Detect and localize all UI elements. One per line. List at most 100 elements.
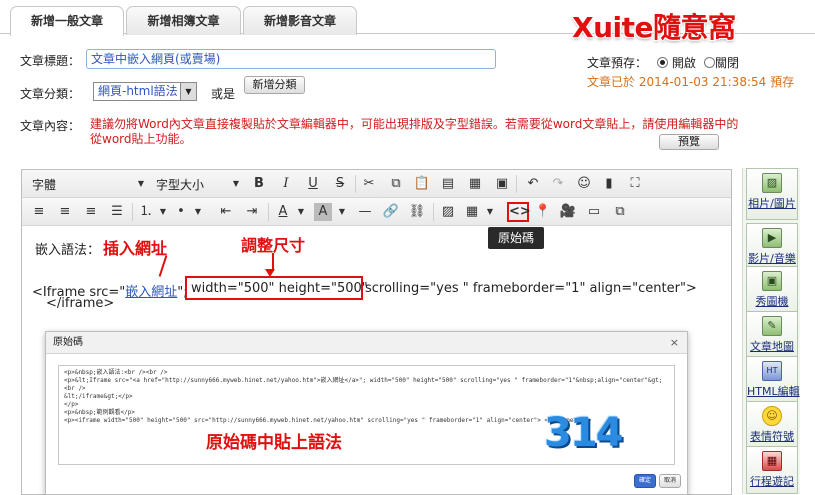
map-pin-icon[interactable]: 📍	[534, 203, 552, 221]
font-dropdown-icon[interactable]: ▼	[132, 175, 150, 193]
preview-off-label: 關閉	[715, 56, 740, 70]
cut-icon[interactable]: ✂	[360, 175, 378, 193]
copy-icon[interactable]: ⧉	[387, 175, 405, 193]
size-highlight-box: width="500" height="500"	[185, 276, 368, 300]
numbered-list-icon[interactable]: ⒈	[137, 203, 155, 221]
code-close: </iframe>	[46, 296, 115, 311]
tab-video-article[interactable]: 新增影音文章	[243, 6, 357, 35]
clipboard-icon[interactable]: ▮	[600, 175, 618, 193]
category-label: 文章分類：	[20, 87, 81, 101]
paste-icon[interactable]: 📋	[413, 175, 431, 193]
align-center-icon[interactable]: ≡	[56, 203, 74, 221]
source-tooltip: 原始碼	[488, 227, 544, 249]
align-right-icon[interactable]: ≡	[82, 203, 100, 221]
photo-button[interactable]: ▨ 相片/圖片	[746, 168, 798, 220]
preview-button[interactable]: 預覽	[659, 134, 719, 150]
calendar-icon: ▦	[762, 451, 782, 471]
title-input[interactable]: 文章中嵌入網頁(或賣場)	[86, 49, 496, 69]
saved-status: 文章已於 2014-01-03 21:38:54 預存	[587, 75, 795, 89]
toolbar-row-1: 字體 ▼ 字型大小 ▼ B I U S ✂ ⧉ 📋 ▤ ▦ ▣ ↶ ↷ ☺ ▮ …	[22, 170, 731, 198]
horizontal-rule-icon[interactable]: —	[356, 203, 374, 221]
font-select[interactable]: 字體	[32, 176, 56, 193]
code-end: scrolling="yes " frameborder="1" align="…	[365, 281, 697, 296]
new-category-button[interactable]: 新增分類	[244, 76, 305, 94]
indent-icon[interactable]: ⇥	[243, 203, 261, 221]
link-icon[interactable]: 🔗	[382, 203, 400, 221]
code-size: width="500" height="500"	[191, 281, 368, 296]
or-label: 或是	[211, 87, 236, 101]
video-camera-icon[interactable]: 🎥	[559, 203, 577, 221]
title-label: 文章標題：	[20, 54, 81, 68]
align-left-icon[interactable]: ≡	[30, 203, 48, 221]
outdent-icon[interactable]: ⇤	[217, 203, 235, 221]
highlight-color-icon[interactable]: A	[314, 203, 332, 221]
code-line-2: <p>&lt;Iframe src="<a href="http://sunny…	[64, 377, 663, 392]
underline-icon[interactable]: U	[304, 175, 322, 193]
code-line-4: </p>	[64, 401, 79, 408]
smiley-icon: ☺	[762, 406, 782, 426]
tab-general-article[interactable]: 新增一般文章	[10, 6, 124, 36]
toolbar-row-2: ≡ ≡ ≡ ☰ ⒈ ▼ • ▼ ⇤ ⇥ A ▼ A ▼ — 🔗 ⛓ ▨ ▦ ▼ …	[22, 198, 731, 226]
separator	[433, 203, 434, 221]
category-select[interactable]: 網頁-html語法 ▼	[93, 82, 197, 101]
paste-image-icon[interactable]: ▣	[493, 175, 511, 193]
category-value: 網頁-html語法	[98, 84, 178, 98]
separator	[268, 203, 269, 221]
code-line-3: &lt;/iframe&gt;</p>	[64, 393, 133, 400]
numbered-list-dropdown-icon[interactable]: ▼	[154, 203, 172, 221]
radio-off-icon[interactable]	[704, 57, 715, 68]
dialog-header: 原始碼 ×	[46, 332, 687, 354]
bullet-list-icon[interactable]: •	[172, 203, 190, 221]
strikethrough-icon[interactable]: S	[331, 175, 349, 193]
html-edit-label: HTML編輯	[747, 385, 800, 398]
text-color-dropdown-icon[interactable]: ▼	[292, 203, 310, 221]
paste-text-icon[interactable]: ▤	[439, 175, 457, 193]
radio-on-icon[interactable]	[657, 57, 668, 68]
tab-album-article[interactable]: 新增相簿文章	[126, 6, 241, 35]
paste-word-icon[interactable]: ▦	[466, 175, 484, 193]
ok-button[interactable]: 確定	[634, 474, 656, 488]
unlink-icon[interactable]: ⛓	[408, 203, 426, 221]
italic-icon[interactable]: I	[277, 175, 295, 193]
preview-off-option[interactable]: 關閉	[704, 54, 739, 71]
itinerary-button[interactable]: ▦ 行程遊記	[746, 446, 798, 494]
media-icon[interactable]: ▭	[585, 203, 603, 221]
separator	[355, 175, 356, 193]
emoticon-label: 表情符號	[750, 430, 794, 443]
text-color-icon[interactable]: A	[274, 203, 292, 221]
font-label: 字體	[32, 178, 57, 192]
undo-icon[interactable]: ↶	[524, 175, 542, 193]
article-map-label: 文章地圖	[750, 340, 794, 353]
code-link[interactable]: 嵌入網址	[125, 285, 177, 300]
redo-icon[interactable]: ↷	[549, 175, 567, 193]
slideshow-icon: ▣	[762, 271, 782, 291]
brand-logo: Xuite隨意窩	[572, 11, 736, 44]
preview-on-label: 開啟	[671, 56, 696, 70]
annotation-paste-code: 原始碼中貼上語法	[206, 433, 342, 453]
size-select[interactable]: 字型大小	[156, 176, 204, 193]
source-code-dialog: 原始碼 × <p>&nbsp;嵌入語法:<br /><br /> <p>&lt;…	[45, 331, 688, 495]
image-icon[interactable]: ▨	[439, 203, 457, 221]
insert-panel: ▨ 相片/圖片 ▶ 影片/音樂 ▣ 秀圖機 ✎ 文章地圖 HT HTML編輯 ☺ 表情符號 …	[742, 168, 800, 494]
chevron-down-icon[interactable]: ▼	[180, 83, 196, 100]
table-icon[interactable]: ▦	[463, 203, 481, 221]
source-code-icon[interactable]: <>	[507, 202, 531, 222]
highlight-dropdown-icon[interactable]: ▼	[333, 203, 351, 221]
slideshow-label: 秀圖機	[755, 295, 789, 308]
badge-314: 314	[544, 410, 623, 456]
separator	[132, 203, 133, 221]
bullet-list-dropdown-icon[interactable]: ▼	[189, 203, 207, 221]
smiley-icon[interactable]: ☺	[575, 175, 593, 193]
preview-save-label: 文章預存：	[587, 56, 648, 70]
table-dropdown-icon[interactable]: ▼	[481, 203, 499, 221]
itinerary-label: 行程遊記	[750, 475, 794, 488]
embed-icon[interactable]: ⧉	[611, 203, 629, 221]
content-label: 文章內容：	[20, 119, 81, 133]
close-icon[interactable]: ×	[670, 332, 679, 354]
align-justify-icon[interactable]: ☰	[108, 203, 126, 221]
fullscreen-icon[interactable]: ⛶	[626, 175, 644, 193]
size-dropdown-icon[interactable]: ▼	[227, 175, 245, 193]
bold-icon[interactable]: B	[250, 175, 268, 193]
cancel-button[interactable]: 取消	[659, 474, 681, 488]
preview-on-option[interactable]: 開啟	[657, 54, 696, 71]
